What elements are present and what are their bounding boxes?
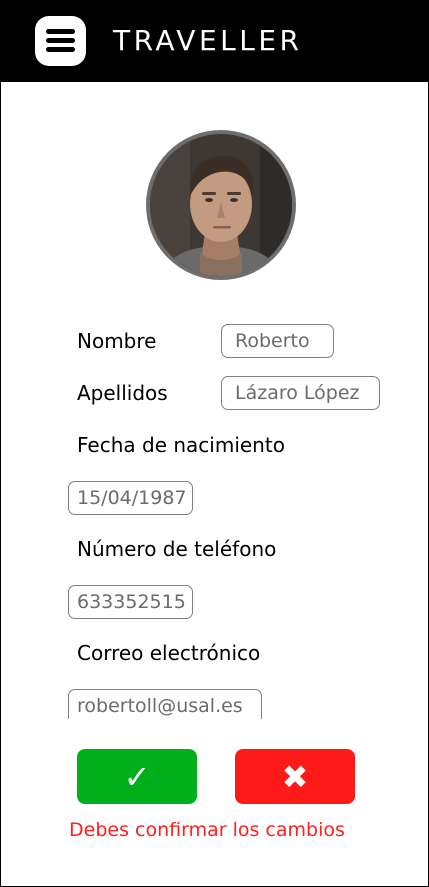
telefono-input[interactable]: 633352515	[68, 585, 193, 619]
checkmark-icon: ✓	[123, 757, 151, 796]
telefono-label: Número de teléfono	[77, 537, 277, 561]
correo-label: Correo electrónico	[77, 641, 261, 665]
nombre-label: Nombre	[77, 329, 157, 353]
hamburger-menu-icon[interactable]	[35, 16, 86, 66]
apellidos-input[interactable]: Lázaro López	[221, 376, 380, 410]
cancel-button[interactable]: ✖	[235, 749, 355, 804]
app-title: TRAVELLER	[113, 24, 303, 57]
fecha-nacimiento-label: Fecha de nacimiento	[77, 433, 285, 457]
fecha-nacimiento-input[interactable]: 15/04/1987	[68, 481, 193, 515]
apellidos-label: Apellidos	[77, 381, 168, 405]
correo-input[interactable]: robertoll@usal.es	[68, 689, 262, 719]
menu-line	[46, 38, 75, 43]
avatar-photo	[150, 134, 292, 276]
nombre-input[interactable]: Roberto	[221, 324, 334, 358]
close-icon: ✖	[281, 757, 309, 796]
confirm-button[interactable]: ✓	[77, 749, 197, 804]
menu-line	[46, 47, 75, 52]
avatar	[146, 130, 296, 280]
confirm-changes-warning: Debes confirmar los cambios	[69, 819, 345, 841]
menu-line	[46, 29, 75, 34]
profile-screen: TRAVELLER Nombre Roberto Apellidos Lázar…	[0, 0, 429, 887]
app-header: TRAVELLER	[1, 0, 428, 82]
